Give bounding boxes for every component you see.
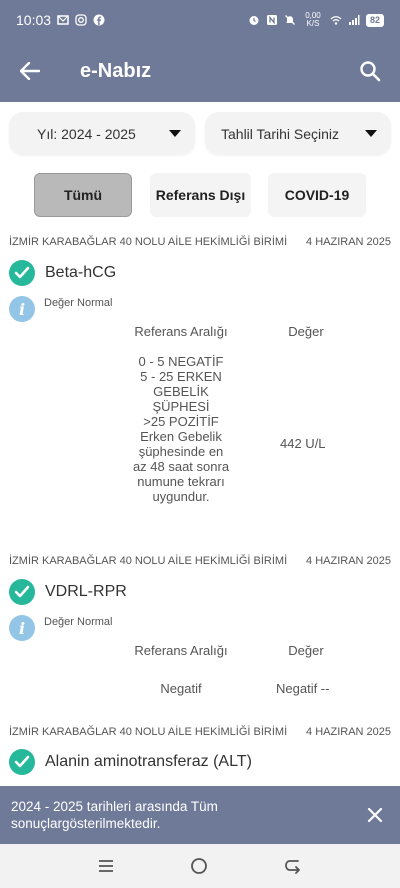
- battery-icon: 82: [365, 13, 384, 27]
- value-header: Değer: [288, 324, 324, 339]
- search-button[interactable]: [340, 40, 400, 102]
- test-name: Alanin aminotransferaz (ALT): [45, 753, 252, 770]
- tab-all[interactable]: Tümü: [34, 173, 132, 217]
- info-icon: i: [9, 615, 35, 641]
- page-title: e-Nabız: [80, 59, 152, 82]
- search-icon: [360, 61, 381, 82]
- year-dropdown-label: Yıl: 2024 - 2025: [37, 125, 136, 142]
- test-value: Negatif --: [276, 681, 330, 696]
- result-header: İZMİR KARABAĞLAR 40 NOLU AİLE HEKİMLİĞİ …: [9, 726, 391, 738]
- arrow-left-icon: [20, 62, 40, 80]
- check-icon: [9, 749, 35, 775]
- status-row: i Değer Normal: [9, 615, 112, 641]
- result-header: İZMİR KARABAĞLAR 40 NOLU AİLE HEKİMLİĞİ …: [9, 236, 391, 248]
- filter-row: Yıl: 2024 - 2025 Tahlil Tarihi Seçiniz: [9, 112, 391, 155]
- snackbar-message: 2024 - 2025 tarihleri arasında Tüm sonuç…: [11, 799, 218, 831]
- signal-icon: [348, 15, 360, 25]
- result-header: İZMİR KARABAĞLAR 40 NOLU AİLE HEKİMLİĞİ …: [9, 555, 391, 567]
- status-text: Değer Normal: [44, 297, 113, 309]
- test-name: VDRL-RPR: [45, 583, 127, 600]
- date-dropdown-label: Tahlil Tarihi Seçiniz: [221, 125, 340, 142]
- notification-icon: [57, 15, 69, 25]
- value-header: Değer: [288, 643, 324, 658]
- info-icon: i: [9, 296, 35, 322]
- reference-range: 0 - 5 NEGATİF 5 - 25 ERKEN GEBELİK ŞÜPHE…: [132, 354, 230, 504]
- result-date: 4 HAZIRAN 2025: [306, 555, 391, 567]
- mute-icon: [285, 15, 295, 25]
- snackbar-close-button[interactable]: [350, 786, 400, 844]
- back-nav-icon[interactable]: [284, 858, 302, 874]
- clock: 10:03: [16, 12, 52, 28]
- status-bar: 10:03 0,00 K/S 82: [0, 0, 400, 40]
- wifi-icon: [330, 16, 342, 25]
- clinic-name: İZMİR KARABAĞLAR 40 NOLU AİLE HEKİMLİĞİ …: [9, 726, 288, 738]
- tab-covid[interactable]: COVID-19: [268, 173, 366, 217]
- clinic-name: İZMİR KARABAĞLAR 40 NOLU AİLE HEKİMLİĞİ …: [9, 555, 288, 567]
- check-icon: [9, 579, 35, 605]
- result-date: 4 HAZIRAN 2025: [306, 236, 391, 248]
- test-value: 442 U/L: [280, 436, 326, 451]
- facebook-icon: [93, 14, 105, 26]
- menu-icon[interactable]: [98, 858, 114, 874]
- network-speed: 0,00 K/S: [305, 11, 321, 28]
- caret-down-icon: [365, 130, 377, 137]
- year-dropdown[interactable]: Yıl: 2024 - 2025: [9, 112, 195, 155]
- reference-range: Negatif: [160, 681, 202, 696]
- result-date: 4 HAZIRAN 2025: [306, 726, 391, 738]
- reference-header: Referans Aralığı: [134, 643, 228, 658]
- check-icon: [9, 260, 35, 286]
- test-row[interactable]: Beta-hCG: [9, 260, 116, 286]
- alarm-icon: [249, 16, 259, 25]
- system-nav-bar: [0, 844, 400, 888]
- date-dropdown[interactable]: Tahlil Tarihi Seçiniz: [205, 112, 391, 155]
- instagram-icon: [75, 14, 87, 26]
- status-row: i Değer Normal: [9, 296, 112, 322]
- reference-header: Referans Aralığı: [134, 324, 228, 339]
- status-text: Değer Normal: [44, 616, 113, 628]
- clinic-name: İZMİR KARABAĞLAR 40 NOLU AİLE HEKİMLİĞİ …: [9, 236, 288, 248]
- back-button[interactable]: [0, 40, 60, 102]
- tab-out-of-range[interactable]: Referans Dışı: [150, 173, 251, 217]
- caret-down-icon: [169, 130, 181, 137]
- nfc-icon: [266, 15, 277, 25]
- test-row[interactable]: VDRL-RPR: [9, 579, 127, 605]
- snackbar: 2024 - 2025 tarihleri arasında Tüm sonuç…: [0, 786, 400, 844]
- test-name: Beta-hCG: [45, 264, 117, 281]
- app-bar: e-Nabız: [0, 40, 400, 102]
- home-icon[interactable]: [190, 857, 208, 875]
- close-icon: [367, 807, 383, 823]
- test-row[interactable]: Alanin aminotransferaz (ALT): [9, 749, 252, 775]
